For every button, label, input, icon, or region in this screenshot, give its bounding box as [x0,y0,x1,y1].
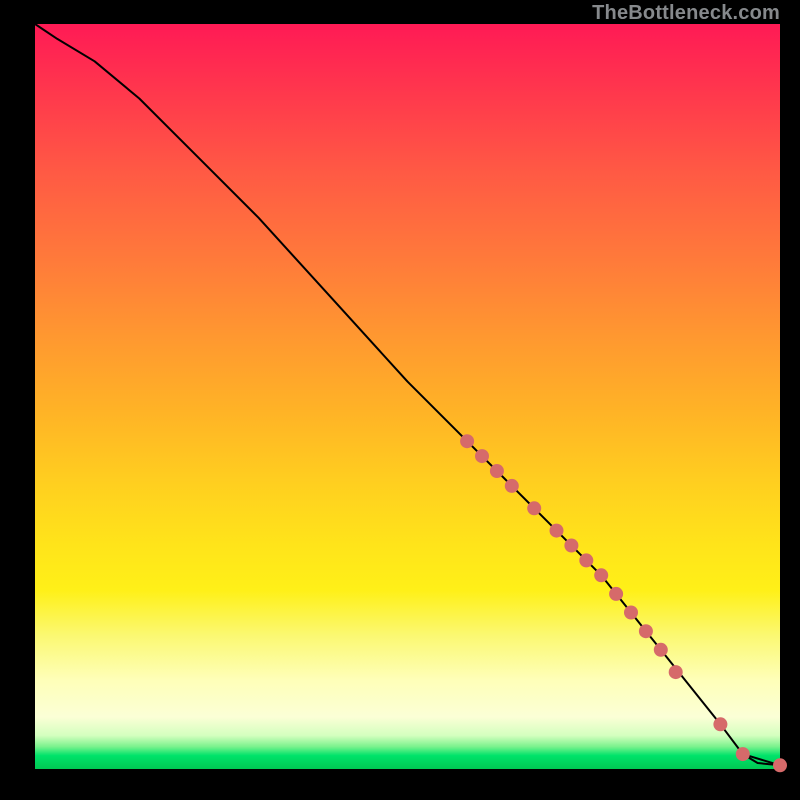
data-marker [654,643,668,657]
chart-stage: TheBottleneck.com [0,0,800,800]
data-marker [527,501,541,515]
data-marker [460,434,474,448]
plot-area [35,24,780,769]
data-marker [624,606,638,620]
curve-path [35,24,780,765]
data-marker [475,449,489,463]
data-marker [713,717,727,731]
data-marker [639,624,653,638]
data-marker [609,587,623,601]
data-marker [736,747,750,761]
data-marker [550,524,564,538]
data-marker [669,665,683,679]
data-marker [773,758,787,772]
curve-layer [35,24,780,765]
data-marker [579,553,593,567]
data-marker [505,479,519,493]
watermark-text: TheBottleneck.com [592,2,780,25]
data-marker [564,539,578,553]
chart-svg [35,24,780,769]
data-marker [490,464,504,478]
data-marker [594,568,608,582]
